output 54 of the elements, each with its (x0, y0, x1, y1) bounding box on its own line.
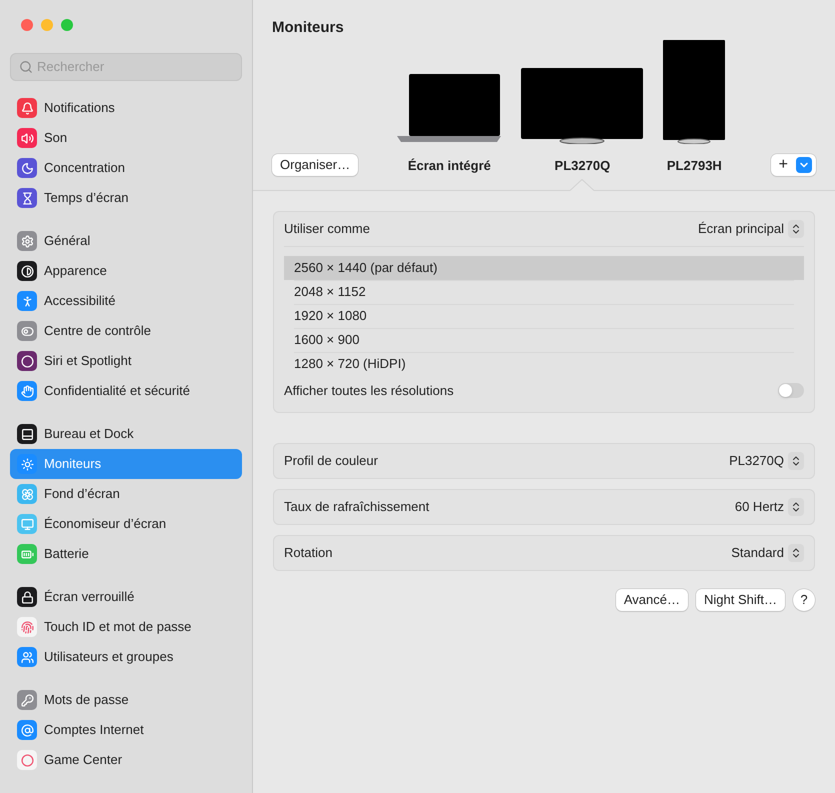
sidebar-item[interactable]: Bureau et Dock (10, 419, 242, 449)
arrange-button[interactable]: Organiser… (272, 154, 358, 176)
setting-label: Rotation (284, 544, 332, 562)
toggle-switch[interactable] (778, 383, 804, 398)
sidebar-item[interactable]: Game Center (10, 745, 242, 775)
close-window-button[interactable] (21, 19, 33, 31)
sidebar-item[interactable]: Mots de passe (10, 685, 242, 715)
stepper-icon (788, 498, 804, 516)
display-option[interactable]: PL3270Q (521, 68, 644, 190)
resolution-option[interactable]: 1920 × 1080 (294, 304, 794, 328)
add-button[interactable]: + (774, 156, 792, 172)
minimize-window-button[interactable] (41, 19, 53, 31)
action-button[interactable]: Night Shift… (696, 588, 785, 610)
zoom-window-button[interactable] (61, 19, 73, 31)
sidebar-item[interactable]: Centre de contrôle (10, 316, 242, 346)
sidebar-item[interactable]: Touch ID et mot de passe (10, 612, 242, 642)
resolution-option[interactable]: 1600 × 900 (294, 328, 794, 352)
sidebar-item[interactable]: Notifications (10, 93, 242, 123)
action-button[interactable]: Avancé… (616, 588, 688, 610)
sidebar-item[interactable]: Accessibilité (10, 286, 242, 316)
setting-label: Taux de rafraîchissement (284, 498, 430, 516)
sidebar-item[interactable]: Écran verrouillé (10, 582, 242, 612)
setting-label: Profil de couleur (284, 452, 378, 470)
sidebar-item[interactable]: Batterie (10, 539, 242, 569)
sidebar-item[interactable]: Économiseur d’écran (10, 509, 242, 539)
display-option[interactable]: PL2793H (663, 40, 726, 190)
sidebar-item[interactable]: Confidentialité et sécurité (10, 376, 242, 406)
add-display-control[interactable]: + (770, 154, 816, 176)
sidebar-item[interactable]: Apparence (10, 256, 242, 286)
sidebar-item[interactable]: Général (10, 226, 242, 256)
dropdown-icon (796, 156, 812, 172)
sidebar-item[interactable]: Fond d’écran (10, 479, 242, 509)
resolution-option[interactable]: 1280 × 720 (HiDPI) (294, 352, 794, 376)
page-title: Moniteurs (272, 18, 345, 38)
setting-popup[interactable]: 60 Hertz (734, 496, 804, 516)
sidebar-item[interactable]: Utilisateurs et groupes (10, 642, 242, 672)
help-button[interactable]: ? (793, 588, 815, 610)
search-icon (19, 60, 33, 74)
stepper-icon (788, 452, 804, 470)
sidebar-item[interactable]: Concentration (10, 153, 242, 183)
use-as-popup[interactable]: Écran principal (698, 218, 804, 238)
sidebar-item[interactable]: Temps d’écran (10, 183, 242, 213)
sidebar-item[interactable]: Comptes Internet (10, 715, 242, 745)
setting-label: Afficher toutes les résolutions (284, 382, 454, 400)
setting-popup[interactable]: Standard (731, 542, 804, 562)
stepper-icon (788, 220, 804, 238)
resolution-option[interactable]: 2560 × 1440 (par défaut) (284, 256, 804, 280)
setting-label: Utiliser comme (284, 220, 370, 238)
display-option[interactable]: Écran intégré (397, 74, 502, 190)
setting-popup[interactable]: PL3270Q (729, 450, 804, 470)
stepper-icon (788, 544, 804, 562)
sidebar-item[interactable]: Son (10, 123, 242, 153)
resolution-option[interactable]: 2048 × 1152 (294, 280, 794, 304)
sidebar-item[interactable]: Siri et Spotlight (10, 346, 242, 376)
